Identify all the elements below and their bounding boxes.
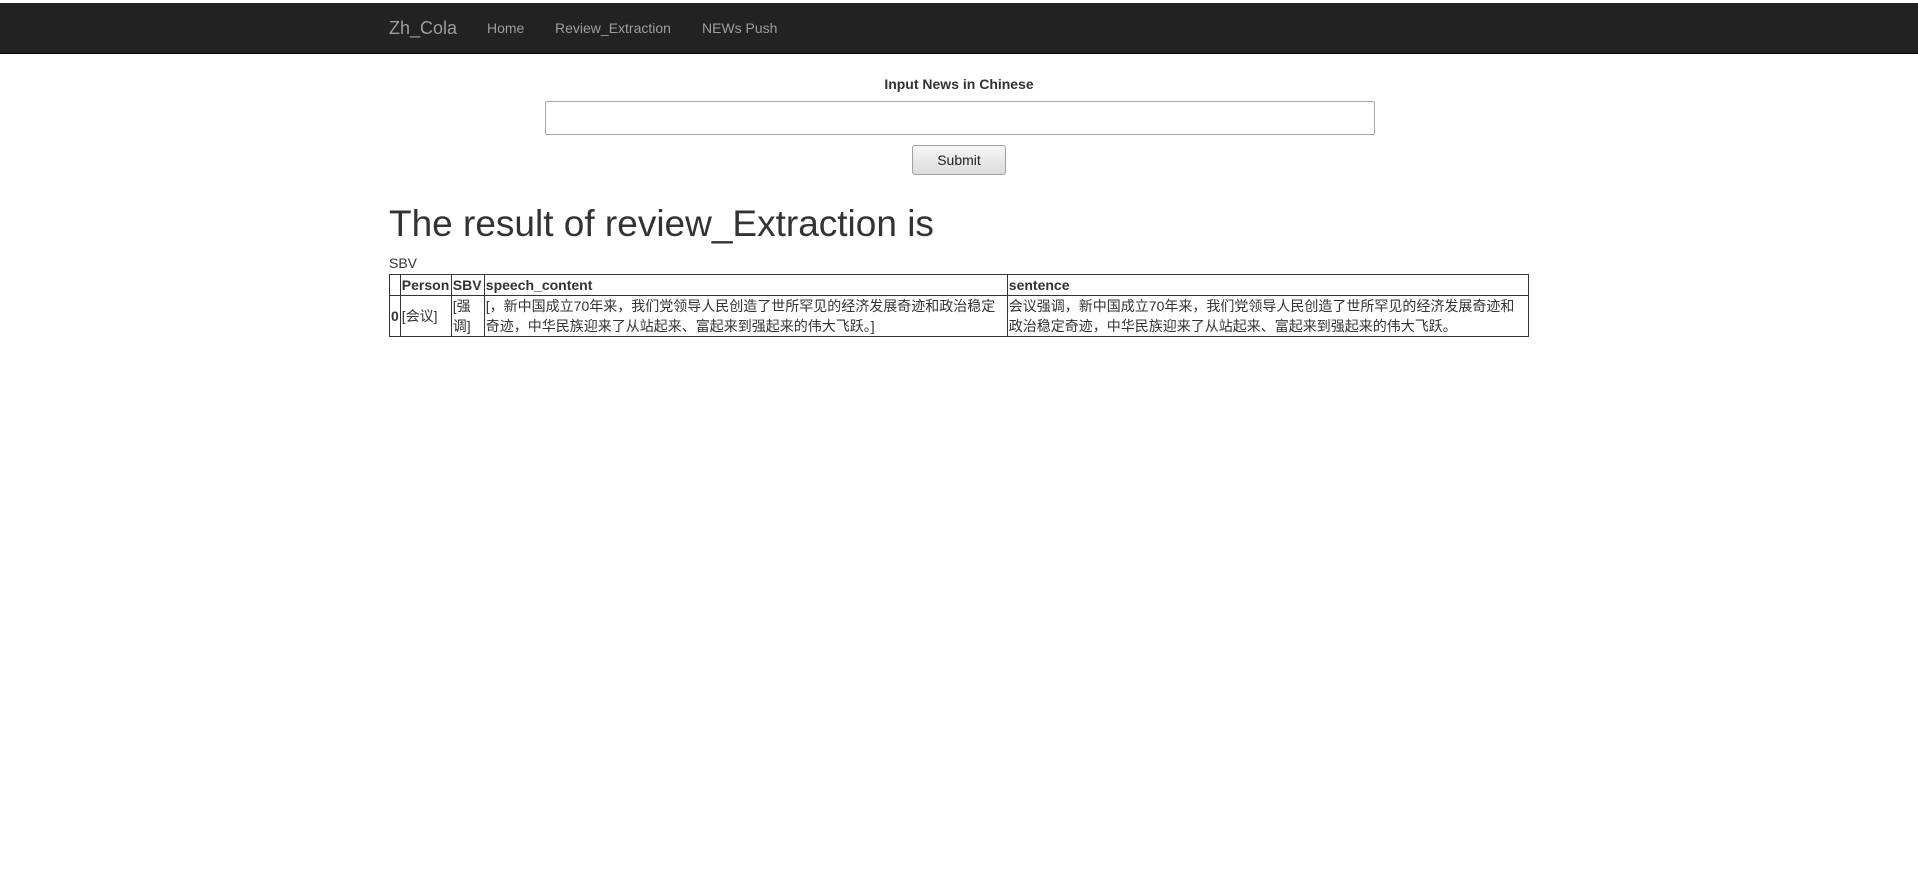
column-header-sbv: SBV (450, 274, 485, 296)
brand-link[interactable]: Zh_Cola (389, 3, 457, 54)
submit-button[interactable]: Submit (912, 145, 1006, 175)
table-header-row: Person SBV speech_content sentence (389, 274, 1530, 296)
sbv-cell: [强调] (450, 295, 485, 337)
column-header-index (389, 274, 401, 296)
person-cell: [会议] (399, 295, 452, 337)
result-title: The result of review_Extraction is (389, 203, 934, 244)
nav-item-home[interactable]: Home (487, 3, 524, 54)
nav-item-news-push[interactable]: NEWs Push (702, 3, 777, 54)
column-header-person: Person (399, 274, 452, 296)
result-table: Person SBV speech_content sentence 0 [会议… (389, 274, 1530, 337)
news-input[interactable] (545, 101, 1375, 135)
column-header-sentence: sentence (1006, 274, 1530, 296)
nav-item-review-extraction[interactable]: Review_Extraction (555, 3, 671, 54)
table-row: 0 [会议] [强调] [，新中国成立70年来，我们党领导人民创造了世所罕见的经… (389, 295, 1530, 337)
column-header-speech-content: speech_content (483, 274, 1008, 296)
sentence-cell: 会议强调，新中国成立70年来，我们党领导人民创造了世所罕见的经济发展奇迹和政治稳… (1006, 295, 1530, 337)
navbar: Zh_Cola Home Review_Extraction NEWs Push (0, 3, 1918, 54)
news-input-label: Input News in Chinese (884, 76, 1034, 92)
table-caption: SBV (389, 255, 418, 271)
row-index: 0 (389, 295, 401, 337)
speech-content-cell: [，新中国成立70年来，我们党领导人民创造了世所罕见的经济发展奇迹和政治稳定奇迹… (483, 295, 1008, 337)
